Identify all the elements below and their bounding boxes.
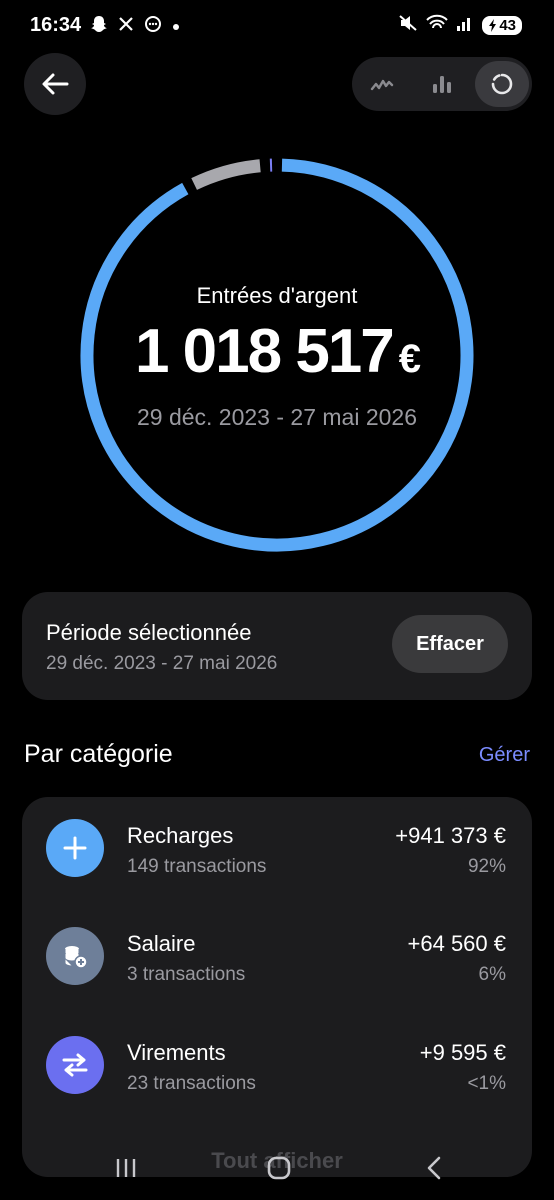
home-icon: [267, 1156, 291, 1180]
bar-chart-toggle[interactable]: [412, 57, 472, 111]
category-icon-bg: [46, 1036, 104, 1094]
transfer-arrows-icon: [62, 1053, 88, 1077]
category-amount: +9 595 €: [419, 1040, 506, 1065]
donut-segment-salaire: [191, 159, 261, 190]
status-time: 16:34: [30, 14, 82, 36]
snapchat-icon: [90, 15, 108, 38]
category-percent: 6%: [478, 964, 506, 985]
mute-icon: [398, 14, 418, 37]
recents-icon: [116, 1159, 136, 1177]
donut-chart-toggle[interactable]: [475, 61, 529, 107]
category-name: Virements: [127, 1040, 226, 1065]
x-icon: [118, 16, 134, 37]
clear-button[interactable]: Effacer: [392, 615, 508, 673]
chart-view-toggle: [352, 57, 532, 111]
nav-back-button[interactable]: [414, 1148, 454, 1188]
category-row-recharges[interactable]: Recharges 149 transactions +941 373 € 92…: [22, 797, 532, 897]
category-count: 23 transactions: [127, 1073, 256, 1094]
category-amount: +64 560 €: [407, 931, 506, 956]
donut-chart-icon: [491, 73, 513, 95]
back-button[interactable]: [24, 53, 86, 115]
home-button[interactable]: [259, 1148, 299, 1188]
selected-period-card: Période sélectionnée 29 déc. 2023 - 27 m…: [22, 592, 532, 700]
summary-amount: 1 018 517 €: [0, 316, 554, 387]
back-icon: [427, 1156, 441, 1180]
line-chart-toggle[interactable]: [352, 57, 412, 111]
category-list: Recharges 149 transactions +941 373 € 92…: [22, 797, 532, 1177]
amount-value: 1 018 517: [134, 317, 395, 386]
category-section-title: Par catégorie: [24, 740, 173, 768]
category-row-virements[interactable]: Virements 23 transactions +9 595 € <1%: [22, 1014, 532, 1114]
coins-plus-icon: [64, 946, 88, 969]
status-bar: 16:34 43: [0, 0, 554, 50]
recents-button[interactable]: [106, 1148, 146, 1188]
period-title: Période sélectionnée: [46, 620, 252, 645]
category-name: Salaire: [127, 931, 196, 956]
notification-icons: [90, 15, 180, 38]
category-count: 3 transactions: [127, 964, 246, 985]
plus-icon: [63, 836, 87, 860]
category-amount: +941 373 €: [395, 823, 506, 848]
system-nav-bar: [0, 1130, 554, 1200]
battery-icon: 43: [482, 16, 522, 35]
line-chart-icon: [370, 79, 394, 91]
arrow-left-icon: [42, 73, 69, 95]
bar-chart-icon: [433, 76, 451, 93]
screen: 16:34 43 Entrées d'argent 1 018 517 € 29…: [0, 0, 554, 1200]
battery-level: 43: [499, 17, 516, 34]
summary-range: 29 déc. 2023 - 27 mai 2026: [136, 404, 418, 430]
category-percent: 92%: [467, 856, 506, 877]
category-icon-bg: [46, 927, 104, 985]
chat-icon: [144, 15, 162, 38]
manage-link[interactable]: Gérer: [479, 744, 530, 767]
category-percent: <1%: [467, 1073, 506, 1094]
summary-label: Entrées d'argent: [196, 283, 358, 308]
dot-icon: [172, 18, 180, 36]
amount-currency: €: [398, 337, 421, 381]
period-range: 29 déc. 2023 - 27 mai 2026: [46, 653, 278, 674]
signal-icon: [456, 14, 474, 37]
category-icon-bg: [46, 819, 104, 877]
category-count: 149 transactions: [127, 856, 267, 877]
category-row-salaire[interactable]: Salaire 3 transactions +64 560 € 6%: [22, 905, 532, 1005]
wifi-icon: [426, 14, 449, 37]
category-name: Recharges: [127, 823, 234, 848]
system-icons: 43: [398, 14, 522, 37]
